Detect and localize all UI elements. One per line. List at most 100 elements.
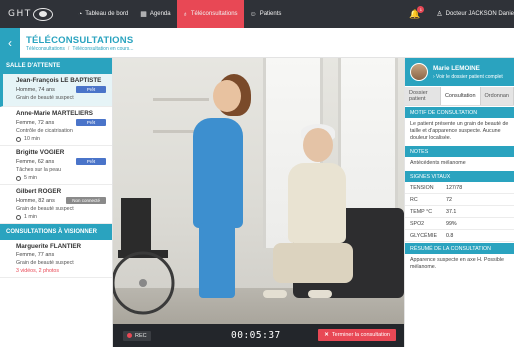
summary-heading: RÉSUMÉ DE LA CONSULTATION xyxy=(405,243,514,254)
status-badge: Prêt xyxy=(76,158,106,165)
vital-label: RC xyxy=(410,196,418,203)
video-feed[interactable] xyxy=(113,58,404,324)
media-count: 3 vidéos, 2 photos xyxy=(16,268,59,274)
status-badge: Prêt xyxy=(76,86,106,93)
patient-tabs: Dossier patient Consultation Ordonnan xyxy=(405,87,514,106)
notes-text: Antécédents mélanome xyxy=(410,160,466,166)
patient-name: Jean-François LE BAPTISTE xyxy=(16,77,102,84)
patient-reason: Grain de beauté suspect xyxy=(16,260,74,266)
vital-row: TENSION 127/78 xyxy=(405,182,514,194)
patient-name: Anne-Marie MARTELIERS xyxy=(16,110,93,117)
vital-value: 99% xyxy=(446,220,457,227)
patient-info: Homme, 82 ans xyxy=(16,197,55,204)
user-icon: ♙ xyxy=(436,11,443,18)
vital-value: 72 xyxy=(446,196,452,203)
vital-row: SPO2 99% xyxy=(405,218,514,230)
back-button[interactable]: ‹ xyxy=(0,28,20,58)
record-button[interactable]: REC xyxy=(123,330,151,341)
nurse-head xyxy=(213,80,241,112)
end-consultation-label: Terminer la consultation xyxy=(331,332,390,338)
summary-text[interactable]: Apparence suspecte en axe H. Possible mé… xyxy=(405,254,514,274)
call-timer: 00:05:37 xyxy=(231,330,281,341)
vital-label: SPO2 xyxy=(410,220,425,227)
patient-panel-header: Marie LEMOINE › Voir le dossier patient … xyxy=(405,58,514,86)
record-label: REC xyxy=(135,332,147,339)
vital-row: RC 72 xyxy=(405,194,514,206)
vitals-heading: SIGNES VITAUX xyxy=(405,171,514,182)
users-icon: ☺ xyxy=(249,10,257,18)
waiting-room-sidebar: SALLE D'ATTENTE Jean-François LE BAPTIST… xyxy=(0,58,113,347)
nurse-legs xyxy=(199,223,235,298)
tab-dossier-patient[interactable]: Dossier patient xyxy=(405,87,441,105)
waiting-patient-item[interactable]: Gilbert ROGER Homme, 82 ans Non connecté… xyxy=(0,185,112,224)
nav-label: Patients xyxy=(259,11,282,17)
patient-name: Brigitte VOGIER xyxy=(16,149,65,156)
page-header: ‹ TÉLÉCONSULTATIONS Téléconsultations / Té… xyxy=(0,28,514,58)
status-badge: Non connecté xyxy=(66,197,106,204)
patient-shoe xyxy=(308,290,332,298)
nav-item-agenda[interactable]: ▦ Agenda xyxy=(134,0,176,28)
vital-row: TEMP °C 37.1 xyxy=(405,206,514,218)
vital-value: 127/78 xyxy=(446,184,463,191)
patient-head xyxy=(303,128,333,162)
waiting-patient-item[interactable]: Jean-François LE BAPTISTE Homme, 74 ans … xyxy=(0,74,112,107)
status-badge: Prêt xyxy=(76,119,106,126)
avatar xyxy=(410,63,428,81)
dashboard-icon: ◔ xyxy=(78,10,83,18)
vital-label: GLYCÉMIE xyxy=(410,232,437,239)
patient-reason: Grain de beauté suspect xyxy=(16,95,74,101)
waiting-patient-item[interactable]: Brigitte VOGIER Femme, 62 ans Prêt Tâche… xyxy=(0,146,112,185)
motif-heading: MOTIF DE CONSULTATION xyxy=(405,107,514,118)
nurse-figure xyxy=(193,118,243,228)
patient-reason: Tâches sur la peau xyxy=(16,167,62,173)
vital-value: 37.1 xyxy=(446,208,457,215)
end-consultation-button[interactable]: ✕ Terminer la consultation xyxy=(318,329,396,341)
waiting-room-heading: SALLE D'ATTENTE xyxy=(0,58,112,74)
tab-ordonnance[interactable]: Ordonnan xyxy=(480,87,514,105)
patient-name: Gilbert ROGER xyxy=(16,188,62,195)
tab-consultation[interactable]: Consultation xyxy=(440,87,481,105)
patient-name: Marguerite FLANTIER xyxy=(16,243,82,250)
view-full-record-link[interactable]: › Voir le dossier patient complet xyxy=(433,74,503,80)
patient-figure xyxy=(288,163,346,243)
nav-label: Téléconsultations xyxy=(190,11,238,17)
logo-mark-icon xyxy=(32,7,53,21)
notifications-button[interactable]: 🔔 1 xyxy=(409,5,425,20)
vital-label: TEMP °C xyxy=(410,208,433,215)
patient-info: Femme, 62 ans xyxy=(16,158,55,165)
patient-reason: Contrôle de cicatrisation xyxy=(16,128,73,134)
notes-heading: NOTES xyxy=(405,146,514,157)
wait-time: 10 min xyxy=(24,136,40,142)
chevron-left-icon: ‹ xyxy=(8,36,12,50)
waiting-patient-item[interactable]: Anne-Marie MARTELIERS Femme, 72 ans Prêt… xyxy=(0,107,112,146)
patient-panel-name: Marie LEMOINE xyxy=(433,64,480,72)
nav-item-dashboard[interactable]: ◔ Tableau de bord xyxy=(72,0,134,28)
patient-legs xyxy=(273,243,353,283)
breadcrumb-link[interactable]: Téléconsultations xyxy=(26,46,65,52)
nav-item-teleconsultations[interactable]: ♁ Téléconsultations xyxy=(176,0,244,28)
record-dot-icon xyxy=(127,333,132,338)
app-logo[interactable]: GHT xyxy=(0,0,72,28)
page-title: TÉLÉCONSULTATIONS xyxy=(26,35,134,46)
wait-time: 1 min xyxy=(24,214,37,220)
nav-item-patients[interactable]: ☺ Patients xyxy=(244,0,288,28)
patient-info: Homme, 74 ans xyxy=(16,86,55,93)
patient-reason: Grain de beauté suspect xyxy=(16,206,74,212)
clock-icon xyxy=(16,214,21,220)
top-navigation: GHT ◔ Tableau de bord ▦ Agenda ♁ Télécon… xyxy=(0,0,514,28)
user-menu[interactable]: ♙ Docteur JACKSON Danie xyxy=(436,10,514,18)
motif-text: Le patient présente un grain de beauté d… xyxy=(410,121,509,141)
review-consultations-heading: CONSULTATIONS À VISIONNER xyxy=(0,224,112,240)
breadcrumb-current: Téléconsultation en cours... xyxy=(72,46,134,52)
patient-info: Femme, 77 ans xyxy=(16,252,55,258)
calendar-icon: ▦ xyxy=(140,11,147,18)
patient-shoe xyxy=(263,290,287,298)
stethoscope-icon: ♁ xyxy=(182,10,188,18)
logo-text: GHT xyxy=(8,9,32,19)
breadcrumb: Téléconsultations / Téléconsultation en co… xyxy=(26,46,134,52)
clock-icon xyxy=(16,175,21,181)
close-icon: ✕ xyxy=(324,332,329,338)
wheelchair-image xyxy=(113,198,175,315)
review-patient-item[interactable]: Marguerite FLANTIER Femme, 77 ans Grain … xyxy=(0,240,112,278)
user-name: Docteur JACKSON Danie xyxy=(445,11,514,17)
